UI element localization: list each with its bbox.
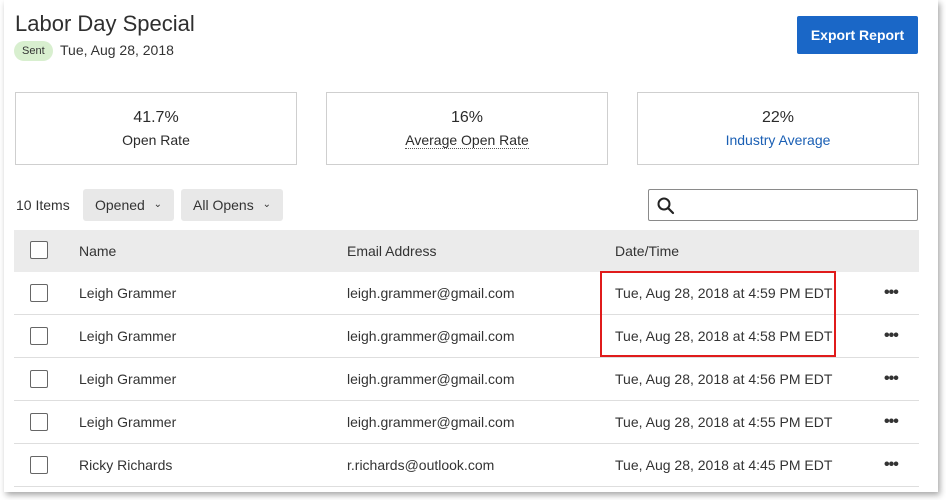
row-email: leigh.grammer@gmail.com: [347, 371, 515, 387]
row-checkbox[interactable]: [30, 413, 48, 431]
row-datetime: Tue, Aug 28, 2018 at 4:55 PM EDT: [615, 414, 833, 430]
search-icon: [657, 197, 675, 215]
search-field[interactable]: [648, 189, 918, 221]
table-row: Leigh Grammer leigh.grammer@gmail.com Tu…: [14, 401, 919, 444]
stat-average-open-rate: 16% Average Open Rate: [326, 92, 608, 165]
dropdown-label: Opened: [95, 197, 145, 213]
row-checkbox[interactable]: [30, 327, 48, 345]
row-datetime: Tue, Aug 28, 2018 at 4:45 PM EDT: [615, 457, 833, 473]
export-report-button[interactable]: Export Report: [797, 16, 918, 54]
table-row: Leigh Grammer leigh.grammer@gmail.com Tu…: [14, 272, 919, 315]
item-count: 10 Items: [16, 197, 70, 213]
stat-industry-average: 22% Industry Average: [637, 92, 919, 165]
page-title: Labor Day Special: [15, 11, 195, 36]
opens-table: Name Email Address Date/Time Leigh Gramm…: [14, 230, 919, 487]
row-checkbox[interactable]: [30, 456, 48, 474]
row-name: Leigh Grammer: [79, 371, 177, 387]
select-all-checkbox[interactable]: [30, 241, 48, 259]
chevron-down-icon: ⌄: [153, 199, 162, 210]
row-name: Leigh Grammer: [79, 328, 177, 344]
industry-average-link[interactable]: Industry Average: [726, 132, 831, 148]
row-name: Ricky Richards: [79, 457, 173, 473]
stat-value: 16%: [450, 109, 484, 126]
stat-label: Open Rate: [122, 132, 190, 148]
more-options-icon[interactable]: •••: [884, 401, 899, 443]
row-email: leigh.grammer@gmail.com: [347, 414, 515, 430]
more-options-icon[interactable]: •••: [884, 315, 899, 357]
column-header-email[interactable]: Email Address: [347, 230, 436, 272]
sent-date: Tue, Aug 28, 2018: [60, 42, 174, 58]
row-datetime: Tue, Aug 28, 2018 at 4:59 PM EDT: [615, 285, 833, 301]
row-datetime: Tue, Aug 28, 2018 at 4:56 PM EDT: [615, 371, 833, 387]
filter-all-opens-dropdown[interactable]: All Opens ⌄: [181, 189, 283, 221]
column-header-datetime[interactable]: Date/Time: [615, 230, 679, 272]
more-options-icon[interactable]: •••: [884, 272, 899, 314]
table-row: Leigh Grammer leigh.grammer@gmail.com Tu…: [14, 315, 919, 358]
search-input[interactable]: [681, 194, 911, 216]
more-options-icon[interactable]: •••: [884, 444, 899, 486]
row-datetime: Tue, Aug 28, 2018 at 4:58 PM EDT: [615, 328, 833, 344]
report-panel: Labor Day Special Sent Tue, Aug 28, 2018…: [4, 0, 938, 492]
row-email: leigh.grammer@gmail.com: [347, 328, 515, 344]
table-header: Name Email Address Date/Time: [14, 230, 919, 272]
dropdown-label: All Opens: [193, 197, 254, 213]
stat-open-rate: 41.7% Open Rate: [15, 92, 297, 165]
row-name: Leigh Grammer: [79, 414, 177, 430]
row-email: r.richards@outlook.com: [347, 457, 495, 473]
chevron-down-icon: ⌄: [262, 199, 271, 210]
row-checkbox[interactable]: [30, 370, 48, 388]
row-name: Leigh Grammer: [79, 285, 177, 301]
status-badge: Sent: [14, 41, 53, 61]
stat-value: 22%: [761, 109, 795, 126]
more-options-icon[interactable]: •••: [884, 358, 899, 400]
column-header-name[interactable]: Name: [79, 230, 116, 272]
stat-value: 41.7%: [133, 109, 179, 126]
table-row: Ricky Richards r.richards@outlook.com Tu…: [14, 444, 919, 487]
table-row: Leigh Grammer leigh.grammer@gmail.com Tu…: [14, 358, 919, 401]
stat-label-tooltip[interactable]: Average Open Rate: [405, 132, 529, 149]
filter-opened-dropdown[interactable]: Opened ⌄: [83, 189, 174, 221]
row-checkbox[interactable]: [30, 284, 48, 302]
row-email: leigh.grammer@gmail.com: [347, 285, 515, 301]
